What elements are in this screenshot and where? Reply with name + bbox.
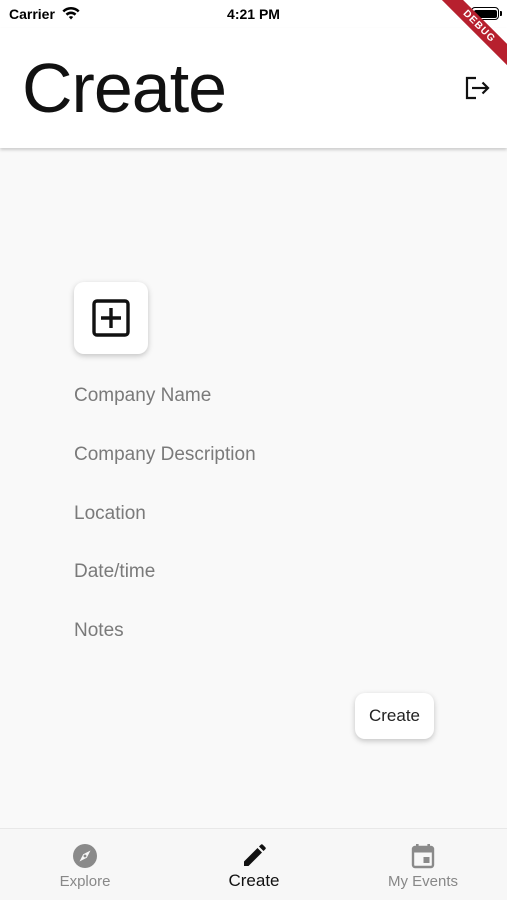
datetime-field [74, 561, 434, 583]
company-name-input[interactable] [74, 385, 434, 407]
notes-field [74, 620, 434, 642]
compass-icon [71, 842, 99, 870]
nav-item-my-events[interactable]: My Events [382, 829, 464, 900]
nav-label-explore: Explore [59, 873, 111, 890]
add-image-button[interactable] [74, 282, 148, 354]
clock: 4:21 PM [227, 6, 280, 22]
pencil-icon [240, 842, 268, 870]
bottom-navigation: Explore Create My Events [0, 828, 507, 900]
nav-item-explore[interactable]: Explore [44, 829, 126, 900]
nav-item-create[interactable]: Create [213, 829, 295, 900]
location-field [74, 503, 434, 525]
calendar-icon [409, 842, 437, 870]
datetime-input[interactable] [74, 561, 434, 583]
app-bar: Create [0, 28, 507, 148]
create-button[interactable]: Create [355, 693, 434, 739]
add-box-icon [92, 299, 130, 337]
nav-label-create: Create [228, 871, 280, 890]
logout-button[interactable] [462, 73, 492, 103]
status-bar: Carrier 4:21 PM [0, 0, 507, 28]
company-name-field [74, 385, 434, 407]
logout-icon [465, 76, 490, 100]
notes-input[interactable] [74, 620, 434, 642]
battery-icon [471, 7, 502, 20]
location-input[interactable] [74, 503, 434, 525]
company-description-input[interactable] [74, 444, 434, 466]
company-description-field [74, 444, 434, 466]
page-title: Create [22, 49, 227, 127]
nav-label-my-events: My Events [387, 873, 459, 890]
